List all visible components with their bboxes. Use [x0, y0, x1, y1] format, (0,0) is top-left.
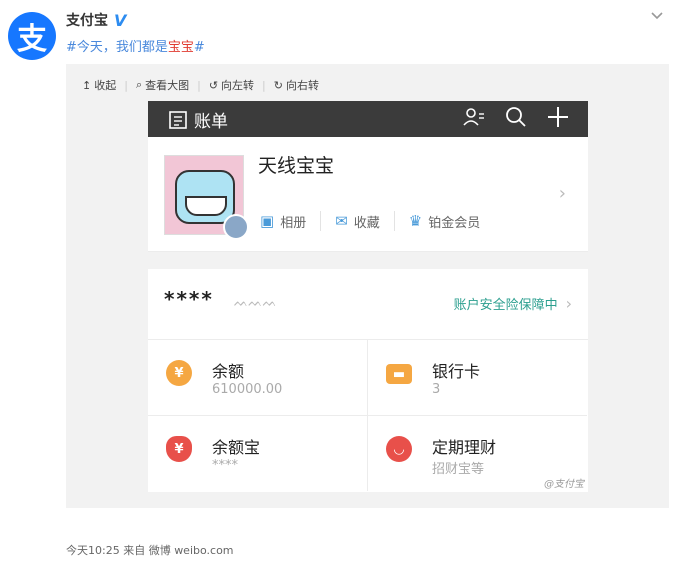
account-security-row[interactable]: **** ᨓᨓᨓ 账户安全险保障中 ›	[148, 269, 588, 340]
security-insurance-link[interactable]: 账户安全险保障中 ›	[454, 294, 572, 313]
platinum-member-label: 铂金会员	[428, 215, 481, 231]
toolbar-divider: |	[124, 78, 128, 92]
rotate-left-button[interactable]: ↺ 向左转	[209, 77, 254, 93]
favorites-link[interactable]: ✉ 收藏	[335, 212, 394, 231]
cat-mouth	[185, 196, 227, 216]
toolbar-divider: |	[262, 78, 266, 92]
bank-card-title: 银行卡	[432, 362, 481, 381]
rotate-right-button[interactable]: ↻ 向右转	[274, 77, 319, 93]
money-bag-icon: ¥	[166, 436, 192, 462]
balance-amount: 610000.00	[212, 382, 283, 397]
verified-icon: V	[114, 10, 127, 30]
cat-face	[175, 170, 235, 224]
user-name: 天线宝宝	[258, 155, 335, 177]
collapse-label: 收起	[94, 79, 117, 92]
collapse-button[interactable]: ↥ 收起	[82, 77, 116, 93]
masked-balance: ****	[164, 287, 214, 311]
media-toolbar: ↥ 收起 | ⌕ 查看大图 | ↺ 向左转 | ↻ 向右转	[82, 76, 319, 94]
bank-card-icon: ▬	[386, 364, 412, 384]
add-icon[interactable]	[546, 105, 570, 129]
bank-card-cell[interactable]: ▬ 银行卡 3	[368, 340, 587, 416]
link-divider	[393, 211, 395, 231]
link-divider	[320, 211, 322, 231]
profile-links: ▣ 相册 ✉ 收藏 ♛ 铂金会员	[260, 211, 494, 231]
platinum-member-link[interactable]: ♛ 铂金会员	[409, 212, 494, 231]
balance-icon: ¥	[166, 360, 192, 386]
balance-cell[interactable]: ¥ 余额 610000.00	[148, 340, 368, 416]
watermark: @支付宝	[544, 479, 584, 490]
topic-suffix: #	[193, 40, 205, 55]
search-icon[interactable]	[504, 105, 528, 129]
post-meta: 今天10:25 来自 微博 weibo.com	[66, 544, 234, 557]
topic-prefix: #今天，我们都是	[66, 40, 168, 55]
yuebao-title: 余额宝	[212, 438, 261, 457]
album-label: 相册	[280, 215, 307, 231]
album-link[interactable]: ▣ 相册	[260, 212, 320, 231]
search-icon: ⌕	[135, 78, 143, 91]
collapse-icon: ↥	[82, 78, 92, 92]
favorites-icon: ✉	[335, 212, 348, 230]
bill-icon	[169, 110, 187, 129]
yuebao-cell[interactable]: ¥ 余额宝 ****	[148, 416, 368, 491]
bank-card-count: 3	[432, 382, 441, 397]
rotate-left-icon: ↺	[208, 78, 219, 92]
album-icon: ▣	[260, 212, 275, 230]
topic-highlight: 宝宝	[167, 40, 194, 55]
member-badge-icon	[223, 214, 249, 240]
crown-icon: ♛	[408, 212, 423, 230]
asset-grid: ¥ 余额 610000.00 ▬ 银行卡 3 ¥ 余额宝 **** ◡ 定期理财…	[148, 340, 588, 492]
eye-closed-icon[interactable]: ᨓᨓᨓ	[234, 295, 277, 310]
bill-label: 账单	[194, 112, 228, 132]
chevron-right-icon: ›	[565, 294, 572, 313]
rotate-right-icon: ↻	[273, 78, 283, 92]
profile-avatar[interactable]	[164, 155, 249, 240]
yuebao-amount: ****	[212, 458, 238, 473]
security-label: 账户安全险保障中	[453, 298, 558, 313]
section-gap	[148, 252, 588, 269]
balance-title: 余额	[212, 362, 245, 381]
view-large-button[interactable]: ⌕ 查看大图	[136, 77, 189, 93]
fixed-term-finance-sub: 招财宝等	[432, 462, 485, 477]
phone-screenshot[interactable]: 账单 天线宝宝 › ▣ 相册 ✉ 收藏 ♛ 铂金会员 **** ᨓᨓᨓ 账户安全险保障…	[148, 101, 588, 492]
chevron-down-icon[interactable]	[648, 8, 666, 26]
contacts-icon[interactable]	[462, 105, 486, 129]
rotate-left-label: 向左转	[221, 79, 255, 92]
bill-button[interactable]: 账单	[168, 107, 228, 132]
toolbar-divider: |	[197, 78, 201, 92]
profile-card[interactable]: 天线宝宝 › ▣ 相册 ✉ 收藏 ♛ 铂金会员	[148, 137, 588, 252]
post-topic[interactable]: #今天，我们都是宝宝#	[66, 36, 205, 55]
avatar[interactable]: 支	[8, 12, 56, 60]
app-topbar: 账单	[148, 101, 588, 137]
fixed-term-finance-title: 定期理财	[432, 438, 497, 457]
author-name[interactable]: 支付宝 V	[66, 10, 126, 30]
author-label: 支付宝	[66, 13, 108, 29]
rotate-right-label: 向右转	[285, 79, 319, 92]
favorites-label: 收藏	[353, 215, 380, 231]
view-large-label: 查看大图	[145, 79, 190, 92]
finance-icon: ◡	[386, 436, 412, 462]
chevron-right-icon[interactable]: ›	[559, 183, 566, 204]
topbar-icons	[462, 105, 570, 129]
avatar-char: 支	[17, 22, 47, 57]
